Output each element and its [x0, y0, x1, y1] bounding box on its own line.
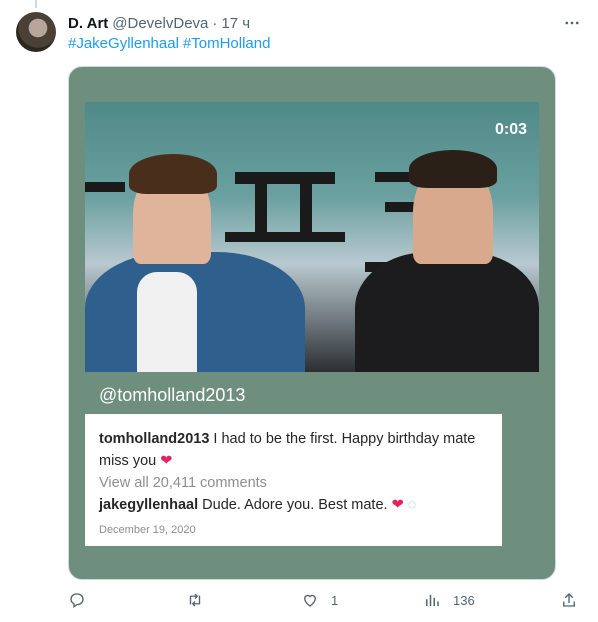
retweet-icon [189, 593, 201, 607]
hashtags: #JakeGyllenhaal #TomHolland [68, 35, 274, 52]
person-left-hair [129, 154, 217, 194]
tweet-actions: 1 136 [68, 588, 582, 612]
person-right-hair [409, 150, 497, 188]
avatar[interactable] [16, 12, 56, 52]
instagram-comment-card: tomholland2013 I had to be the first. Ha… [85, 414, 502, 546]
video-frame[interactable]: 0:03 [85, 102, 539, 372]
retweet-button[interactable] [186, 588, 204, 612]
views-button[interactable]: 136 [423, 588, 475, 612]
separator-dot: · [212, 14, 218, 32]
tweet-time[interactable]: 17 ч [221, 15, 250, 32]
ring-icon: ◌ [407, 497, 417, 513]
comment-date: December 19, 2020 [99, 524, 196, 536]
hashtag-link[interactable]: #TomHolland [183, 35, 271, 52]
tweet-header: D. Art @DevelvDeva · 17 ч [68, 13, 582, 33]
like-button[interactable]: 1 [301, 588, 338, 612]
comment-2-text: Dude. Adore you. Best mate. [202, 497, 388, 513]
video-timestamp: 0:03 [494, 121, 527, 138]
views-count: 136 [453, 592, 475, 608]
comment-2-user: jakegyllenhaal [99, 497, 199, 513]
heart-icon: ❤ [391, 497, 404, 513]
heart-icon: ❤ [160, 453, 173, 469]
person-right-jacket [355, 252, 539, 372]
thread-line [35, 0, 37, 8]
tweet-media[interactable]: 0:03 @tomholland2013 tomholland2013 I ha… [68, 66, 556, 580]
comment-1: tomholland2013 I had to be the first. Ha… [99, 428, 494, 472]
comment-2: jakegyllenhaal Dude. Adore you. Best mat… [99, 497, 416, 513]
like-count: 1 [331, 592, 339, 608]
author-handle[interactable]: @DevelvDeva [112, 15, 208, 32]
share-icon [563, 593, 575, 607]
view-all-comments: View all 20,411 comments [99, 475, 267, 491]
like-icon [304, 594, 316, 607]
comment-1-user: tomholland2013 [99, 431, 210, 447]
views-icon [426, 594, 439, 606]
author-name[interactable]: D. Art [68, 15, 108, 32]
hashtag-link[interactable]: #JakeGyllenhaal [68, 35, 179, 52]
reply-icon [70, 593, 84, 609]
person-left-shirt [137, 272, 197, 372]
more-options-icon[interactable] [562, 13, 582, 33]
instagram-handle: @tomholland2013 [99, 385, 246, 405]
share-button[interactable] [560, 588, 578, 612]
reply-button[interactable] [68, 588, 86, 612]
